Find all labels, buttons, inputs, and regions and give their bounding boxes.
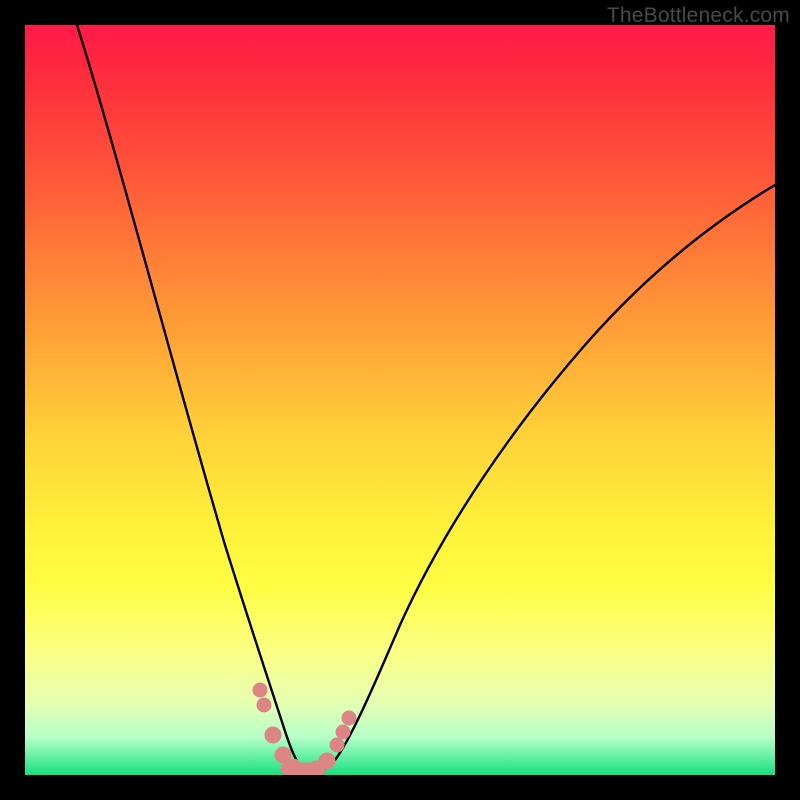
marker-dot	[330, 738, 344, 752]
marker-dot	[342, 711, 356, 725]
plot-area	[25, 25, 775, 775]
watermark-text: TheBottleneck.com	[607, 4, 790, 28]
marker-bar	[281, 763, 323, 775]
bottom-markers-group	[253, 683, 356, 775]
marker-dot	[257, 698, 271, 712]
bottleneck-curve-svg	[25, 25, 775, 775]
chart-frame: TheBottleneck.com	[0, 0, 800, 800]
bottleneck-curve-path	[77, 25, 775, 773]
marker-dot	[336, 725, 350, 739]
marker-dot	[265, 727, 281, 743]
marker-dot	[253, 683, 267, 697]
